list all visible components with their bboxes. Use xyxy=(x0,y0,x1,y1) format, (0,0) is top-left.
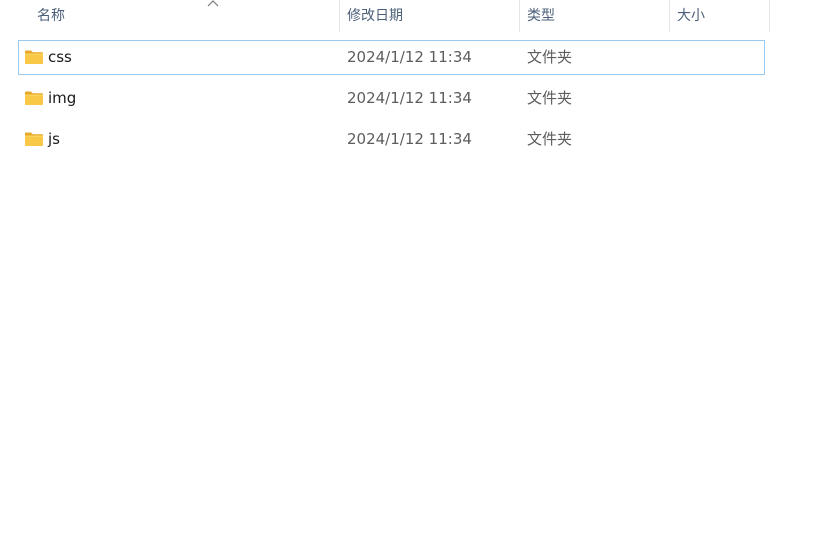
folder-icon xyxy=(25,132,43,146)
file-modified-date: 2024/1/12 11:34 xyxy=(347,89,472,107)
file-type: 文件夹 xyxy=(527,130,573,148)
column-header-type-label: 类型 xyxy=(527,8,555,24)
file-list: css 2024/1/12 11:34 文件夹 img 2024/1/12 11… xyxy=(18,40,765,163)
column-header-date-label: 修改日期 xyxy=(347,8,403,24)
file-modified-date: 2024/1/12 11:34 xyxy=(347,48,472,66)
file-name: img xyxy=(48,89,77,107)
column-header-row: 名称 修改日期 类型 大小 xyxy=(0,0,770,32)
column-divider[interactable] xyxy=(769,0,770,32)
file-modified-date: 2024/1/12 11:34 xyxy=(347,130,472,148)
file-row[interactable]: img 2024/1/12 11:34 文件夹 xyxy=(18,81,765,116)
file-row[interactable]: js 2024/1/12 11:34 文件夹 xyxy=(18,122,765,157)
file-row[interactable]: css 2024/1/12 11:34 文件夹 xyxy=(18,40,765,75)
file-name: js xyxy=(48,130,60,148)
file-type: 文件夹 xyxy=(527,89,573,107)
file-explorer: 名称 修改日期 类型 大小 css 2024/1/12 11:34 文件夹 im… xyxy=(0,0,814,548)
column-header-name-label: 名称 xyxy=(37,8,65,24)
column-header-size-label: 大小 xyxy=(677,8,705,24)
column-header-type[interactable]: 类型 xyxy=(519,0,670,32)
folder-icon xyxy=(25,50,43,64)
column-header-date[interactable]: 修改日期 xyxy=(339,0,520,32)
chevron-up-icon xyxy=(207,0,219,7)
column-header-size[interactable]: 大小 xyxy=(669,0,770,32)
folder-icon xyxy=(25,91,43,105)
file-type: 文件夹 xyxy=(527,48,573,66)
column-header-name[interactable]: 名称 xyxy=(29,0,340,32)
file-name: css xyxy=(48,48,72,66)
